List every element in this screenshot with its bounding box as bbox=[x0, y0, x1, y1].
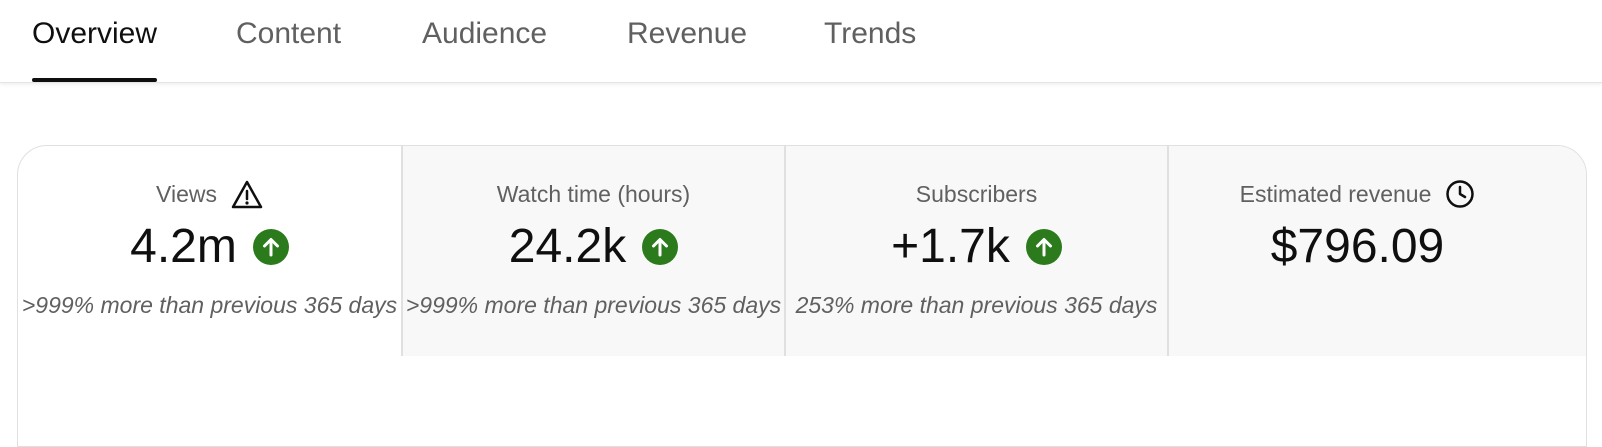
tab-audience-label: Audience bbox=[422, 17, 548, 50]
tab-content-label: Content bbox=[236, 17, 342, 50]
metric-views-comparison: >999% more than previous 365 days bbox=[21, 292, 398, 318]
metric-views[interactable]: Views 4.2m >999% more than previous 365 … bbox=[18, 146, 401, 356]
tab-overview[interactable]: Overview bbox=[32, 16, 158, 82]
metric-estimated-revenue[interactable]: Estimated revenue $796.09 bbox=[1167, 146, 1586, 356]
tab-revenue[interactable]: Revenue bbox=[627, 16, 747, 82]
key-metrics-card: Views 4.2m >999% more than previous 365 … bbox=[17, 145, 1587, 447]
analytics-tab-bar: Overview Content Audience Revenue Trends bbox=[0, 0, 1602, 83]
metric-subscribers-comparison: 253% more than previous 365 days bbox=[795, 292, 1158, 318]
arrow-up-icon bbox=[1025, 229, 1062, 265]
active-tab-indicator bbox=[32, 78, 158, 82]
metric-subscribers-value: +1.7k bbox=[891, 220, 1010, 273]
metric-subscribers-title: Subscribers bbox=[915, 181, 1038, 207]
metric-watch-time-comparison: >999% more than previous 365 days bbox=[405, 292, 782, 318]
tab-content[interactable]: Content bbox=[236, 16, 341, 82]
metric-watch-time-title-row: Watch time (hours) bbox=[403, 179, 784, 209]
tab-revenue-label: Revenue bbox=[627, 17, 748, 50]
arrow-up-icon bbox=[642, 229, 679, 265]
metric-watch-time[interactable]: Watch time (hours) 24.2k >999% more than… bbox=[401, 146, 784, 356]
metric-revenue-title: Estimated revenue bbox=[1239, 181, 1432, 207]
metric-watch-time-title: Watch time (hours) bbox=[496, 181, 691, 207]
metric-revenue-title-row: Estimated revenue bbox=[1169, 179, 1586, 209]
metric-revenue-value: $796.09 bbox=[1270, 220, 1445, 273]
metric-views-value: 4.2m bbox=[130, 220, 237, 273]
metric-subscribers-value-row: +1.7k bbox=[786, 218, 1167, 276]
metric-watch-time-value: 24.2k bbox=[508, 220, 627, 273]
arrow-up-icon bbox=[252, 229, 289, 265]
metric-views-title-row: Views bbox=[18, 179, 401, 209]
tab-trends[interactable]: Trends bbox=[824, 16, 916, 82]
tab-overview-label: Overview bbox=[32, 17, 158, 50]
metric-views-title: Views bbox=[156, 181, 217, 207]
tab-audience[interactable]: Audience bbox=[422, 16, 547, 82]
metric-subscribers[interactable]: Subscribers +1.7k 253% more than previou… bbox=[784, 146, 1167, 356]
metric-watch-time-value-row: 24.2k bbox=[403, 218, 784, 276]
warning-icon[interactable] bbox=[231, 180, 263, 209]
clock-icon[interactable] bbox=[1445, 179, 1475, 209]
tab-trends-label: Trends bbox=[824, 17, 917, 50]
metric-subscribers-title-row: Subscribers bbox=[786, 179, 1167, 209]
metric-views-value-row: 4.2m bbox=[18, 218, 401, 276]
metric-revenue-value-row: $796.09 bbox=[1169, 218, 1586, 276]
